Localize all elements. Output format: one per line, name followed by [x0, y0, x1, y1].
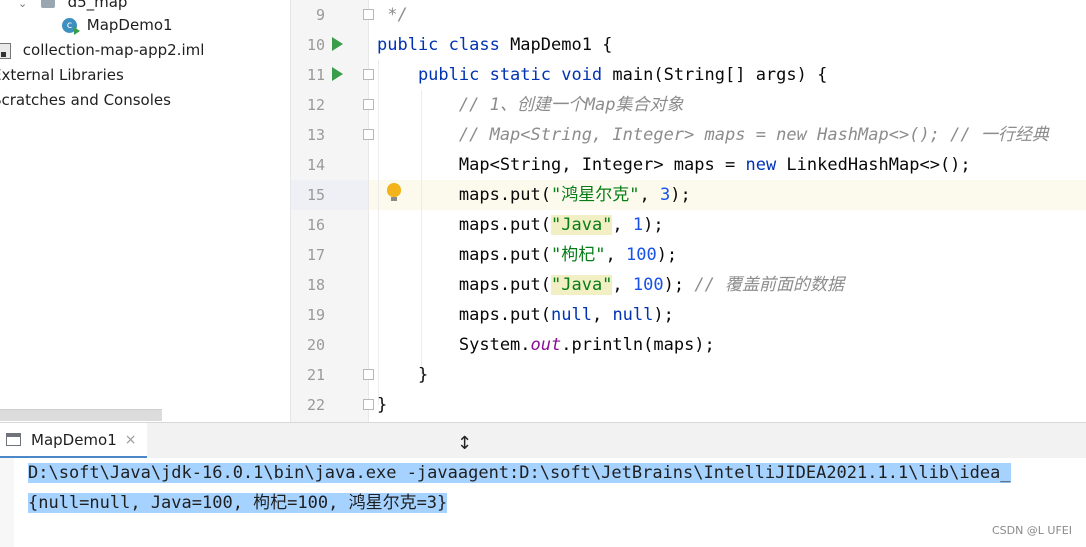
tree-item-label: d5_map	[67, 0, 128, 11]
line-number: 14	[306, 156, 325, 174]
code-line-10: public class MapDemo1 {	[377, 35, 613, 55]
code-line-22: }	[377, 395, 388, 415]
iml-file-icon	[0, 42, 11, 59]
run-tab-label: MapDemo1	[31, 430, 117, 449]
run-tool-window-header: MapDemo1 × ↕	[0, 422, 1086, 459]
line-number: 20	[306, 336, 325, 354]
chevron-down-icon[interactable]: ⌄	[18, 0, 36, 10]
line-number: 21	[306, 366, 325, 384]
tree-horizontal-scrollbar[interactable]	[0, 409, 162, 421]
run-tab[interactable]: MapDemo1 ×	[0, 423, 147, 459]
tree-item-package[interactable]: ⌄ d5_map	[18, 0, 127, 11]
tree-item-label: collection-map-app2.iml	[22, 41, 205, 59]
tree-item-label: MapDemo1	[86, 16, 173, 34]
line-number: 19	[306, 306, 325, 324]
console-left-strip	[0, 458, 14, 547]
code-line-12: // 1、创建一个Map集合对象	[377, 95, 684, 115]
line-number: 9	[315, 6, 325, 24]
tree-item-scratches[interactable]: Scratches and Consoles	[0, 91, 171, 109]
code-line-14: Map<String, Integer> maps = new LinkedHa…	[377, 155, 971, 175]
fold-icon[interactable]	[363, 9, 374, 20]
code-line-11: public static void main(String[] args) {	[377, 65, 828, 85]
line-number: 15	[306, 186, 325, 204]
line-number: 12	[306, 96, 325, 114]
tree-item-iml[interactable]: collection-map-app2.iml	[0, 41, 204, 59]
console-output-line[interactable]: {null=null, Java=100, 枸杞=100, 鸿星尔克=3}	[28, 488, 448, 518]
run-config-icon	[6, 433, 21, 446]
line-number: 22	[306, 396, 325, 414]
folder-icon	[40, 0, 55, 8]
code-line-9: */	[377, 5, 408, 25]
project-tree: ⌄ d5_map c MapDemo1 collection-map-app2.…	[0, 0, 290, 422]
line-number: 18	[306, 276, 325, 294]
run-main-icon[interactable]	[332, 67, 343, 81]
tree-item-external-libraries[interactable]: External Libraries	[0, 66, 124, 84]
line-number: 11	[306, 66, 325, 84]
tree-item-class[interactable]: c MapDemo1	[62, 16, 173, 35]
fold-icon[interactable]	[363, 399, 374, 410]
close-icon[interactable]: ×	[125, 432, 137, 448]
code-line-19: maps.put(null, null);	[377, 305, 674, 325]
tree-item-label: Scratches and Consoles	[0, 91, 171, 109]
code-line-21: }	[377, 365, 429, 385]
run-class-icon[interactable]	[332, 37, 343, 51]
fold-icon[interactable]	[363, 69, 374, 80]
java-class-icon: c	[62, 18, 80, 35]
line-number: 13	[306, 126, 325, 144]
watermark: CSDN @L UFEI	[991, 524, 1072, 537]
code-line-17: maps.put("枸杞", 100);	[377, 245, 678, 265]
fold-icon[interactable]	[363, 369, 374, 380]
code-line-15: maps.put("鸿星尔克", 3);	[377, 185, 691, 205]
fold-icon[interactable]	[363, 129, 374, 140]
code-line-20: System.out.println(maps);	[377, 335, 715, 355]
console-command-line[interactable]: D:\soft\Java\jdk-16.0.1\bin\java.exe -ja…	[28, 458, 1011, 488]
line-number: 16	[306, 216, 325, 234]
fold-icon[interactable]	[363, 99, 374, 110]
line-number: 10	[306, 36, 325, 54]
code-line-16: maps.put("Java", 1);	[377, 215, 664, 235]
line-number: 17	[306, 246, 325, 264]
code-line-18: maps.put("Java", 100); // 覆盖前面的数据	[377, 275, 845, 295]
resize-cursor-icon: ↕	[457, 433, 473, 454]
tree-item-label: External Libraries	[0, 66, 124, 84]
code-line-13: // Map<String, Integer> maps = new HashM…	[377, 125, 1049, 145]
